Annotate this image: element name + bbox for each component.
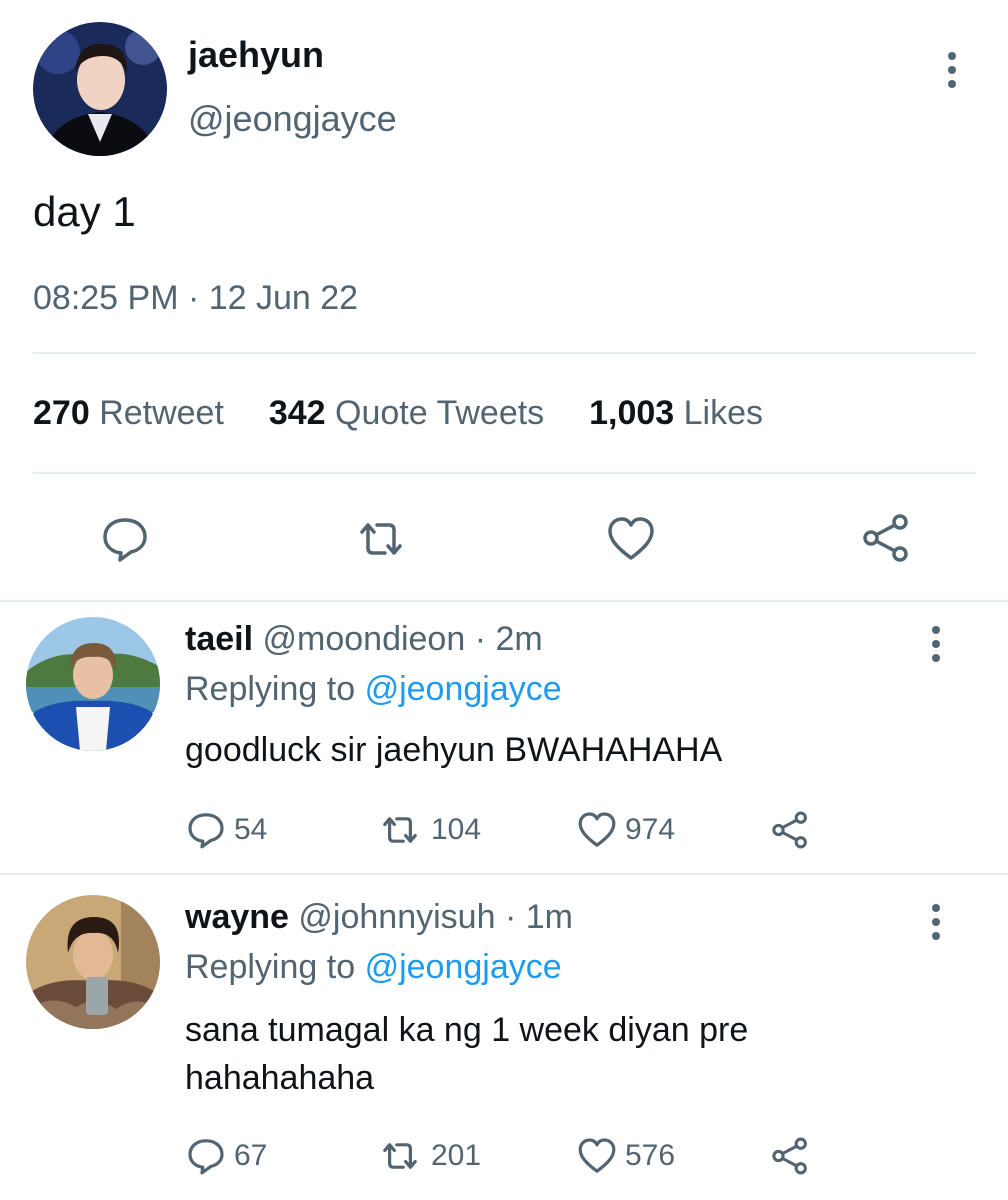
like-icon[interactable] [606, 514, 656, 564]
replying-to: Replying to @jeongjayce [185, 670, 562, 709]
reply-author-handle[interactable]: @moondieon [263, 620, 466, 658]
like-count: 974 [625, 813, 676, 846]
share-icon[interactable] [860, 512, 912, 564]
retweet-stat[interactable]: 270 Retweet [33, 394, 224, 432]
reply-avatar[interactable] [26, 617, 160, 751]
reply-header: taeil @moondieon · 2m [185, 620, 543, 659]
tweet-stats: 270 Retweet 342 Quote Tweets 1,003 Likes [33, 394, 763, 433]
divider [33, 472, 976, 474]
author-name[interactable]: jaehyun [188, 34, 324, 76]
reply-text-line: hahahahaha [185, 1059, 375, 1097]
divider [33, 352, 976, 354]
reply-avatar[interactable] [26, 895, 160, 1029]
likes-count: 1,003 [589, 394, 675, 432]
reply-text: goodluck sir jaehyun BWAHAHAHA [185, 731, 723, 769]
reply-text: sana tumagal ka ng 1 week diyan pre haha… [185, 1006, 748, 1102]
replying-label: Replying to [185, 670, 356, 708]
author-handle[interactable]: @jeongjayce [188, 98, 397, 140]
reply-time[interactable]: 2m [496, 620, 543, 658]
share-icon[interactable] [770, 1136, 810, 1176]
reply-text-line: sana tumagal ka ng 1 week diyan pre [185, 1011, 749, 1049]
replying-mention[interactable]: @jeongjayce [365, 948, 562, 986]
retweet-action[interactable]: 201 [377, 1136, 481, 1176]
replying-to: Replying to @jeongjayce [185, 948, 562, 987]
quote-label: Quote Tweets [335, 394, 545, 432]
reply-time[interactable]: 1m [526, 898, 573, 936]
more-options-icon[interactable] [932, 626, 942, 668]
quote-stat[interactable]: 342 Quote Tweets [269, 394, 544, 432]
reply-count: 67 [234, 1139, 268, 1172]
reply-count: 54 [234, 813, 268, 846]
author-avatar[interactable] [33, 22, 167, 156]
likes-label: Likes [683, 394, 764, 432]
replying-mention[interactable]: @jeongjayce [365, 670, 562, 708]
tweet-text: day 1 [33, 188, 136, 235]
separator-dot: · [504, 898, 517, 936]
share-icon[interactable] [770, 810, 810, 850]
retweet-count: 104 [431, 813, 482, 846]
reply-icon[interactable] [100, 514, 150, 564]
reply-action[interactable]: 67 [186, 1136, 267, 1176]
more-options-icon[interactable] [932, 904, 942, 946]
quote-count: 342 [268, 394, 326, 432]
reply-action[interactable]: 54 [186, 810, 267, 850]
retweet-action[interactable]: 104 [377, 810, 481, 850]
retweet-icon[interactable] [354, 514, 408, 564]
tweet-timestamp[interactable]: 08:25 PM · 12 Jun 22 [33, 279, 358, 318]
like-count: 576 [625, 1139, 676, 1172]
retweet-count: 201 [431, 1139, 482, 1172]
like-action[interactable]: 974 [577, 810, 675, 850]
like-action[interactable]: 576 [577, 1136, 675, 1176]
reply-author-name[interactable]: wayne [185, 898, 289, 936]
reply-author-name[interactable]: taeil [185, 620, 253, 658]
replying-label: Replying to [185, 948, 356, 986]
reply-author-handle[interactable]: @johnnyisuh [298, 898, 495, 936]
retweet-label: Retweet [99, 394, 224, 432]
separator-dot: · [474, 620, 487, 658]
reply-header: wayne @johnnyisuh · 1m [185, 898, 573, 937]
more-options-icon[interactable] [948, 52, 958, 94]
divider [0, 600, 1008, 602]
retweet-count: 270 [33, 394, 90, 432]
likes-stat[interactable]: 1,003 Likes [589, 394, 763, 432]
divider [0, 873, 1008, 875]
